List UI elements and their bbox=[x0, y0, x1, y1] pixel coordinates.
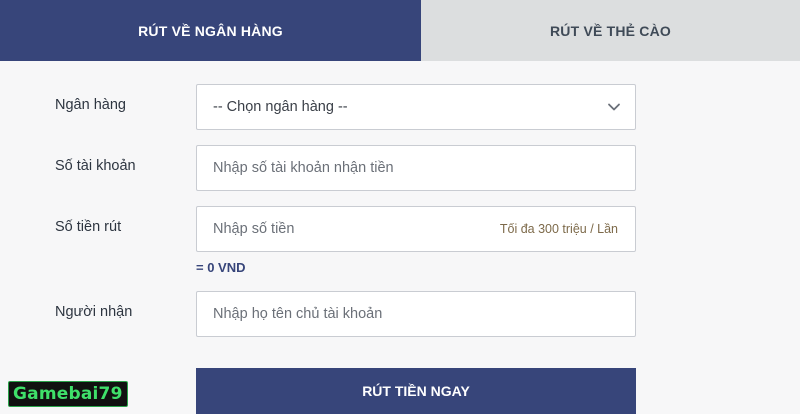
amount-input[interactable] bbox=[197, 207, 500, 251]
tab-bank-withdraw[interactable]: RÚT VỀ NGÂN HÀNG bbox=[0, 0, 421, 61]
bank-select-value: -- Chọn ngân hàng -- bbox=[213, 99, 348, 115]
converted-amount: = 0 VND bbox=[196, 260, 246, 275]
chevron-down-icon bbox=[608, 103, 620, 111]
recipient-label: Người nhận bbox=[55, 304, 133, 320]
account-number-field-wrapper bbox=[196, 145, 636, 191]
watermark-logo: Gamebai79 bbox=[8, 381, 128, 407]
withdraw-tabs: RÚT VỀ NGÂN HÀNG RÚT VỀ THẺ CÀO bbox=[0, 0, 800, 61]
recipient-field-wrapper bbox=[196, 291, 636, 337]
amount-label: Số tiền rút bbox=[55, 219, 122, 235]
bank-label: Ngân hàng bbox=[55, 97, 126, 113]
bank-select[interactable]: -- Chọn ngân hàng -- bbox=[196, 84, 636, 130]
withdraw-now-button[interactable]: RÚT TIỀN NGAY bbox=[196, 368, 636, 414]
account-number-input[interactable] bbox=[197, 146, 635, 190]
tab-card-withdraw[interactable]: RÚT VỀ THẺ CÀO bbox=[421, 0, 800, 61]
amount-field-wrapper: Tối đa 300 triệu / Lần bbox=[196, 206, 636, 252]
amount-limit-hint: Tối đa 300 triệu / Lần bbox=[499, 222, 618, 236]
account-number-label: Số tài khoản bbox=[55, 158, 136, 174]
recipient-name-input[interactable] bbox=[197, 292, 635, 336]
